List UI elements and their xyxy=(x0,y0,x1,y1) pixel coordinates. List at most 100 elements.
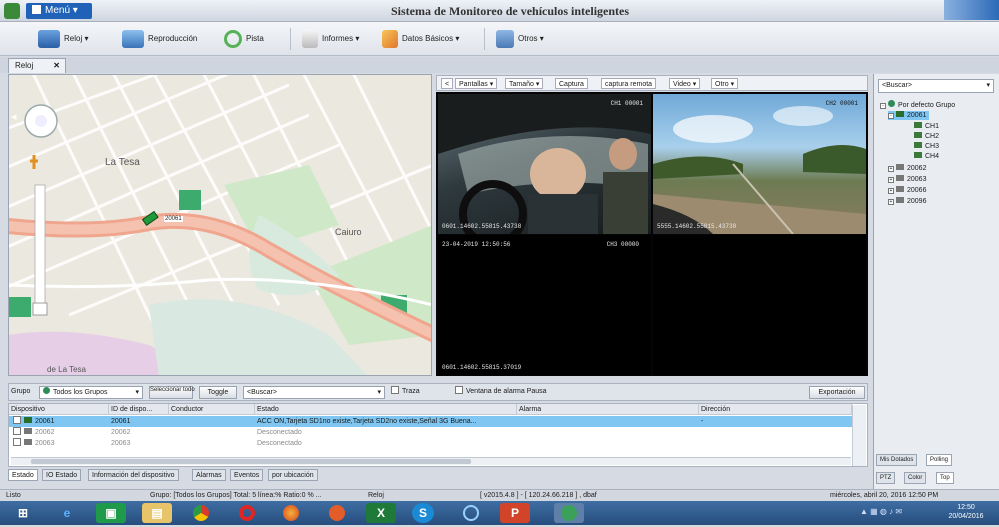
tree-channel[interactable]: CH1 xyxy=(914,122,939,131)
tab-color[interactable]: Color xyxy=(904,472,927,484)
toolbar-otros-button[interactable]: Otros ▾ xyxy=(496,28,544,50)
tamano-label: Tamaño xyxy=(509,81,534,88)
tree-channel[interactable]: CH4 xyxy=(914,152,939,161)
tab-top[interactable]: Top xyxy=(936,472,954,484)
file-explorer-icon[interactable]: ▤ xyxy=(142,503,172,523)
tree-node-20061[interactable]: - 20061 xyxy=(888,111,930,120)
column-header-conductor[interactable]: Conductor xyxy=(169,404,255,415)
collapse-icon[interactable]: - xyxy=(888,113,894,119)
map-view[interactable]: La Tesa Caiuro de La Tesa 20061 ◀ xyxy=(8,74,432,376)
column-header-alarma[interactable]: Alarma xyxy=(517,404,699,415)
compass-icon[interactable]: ◀ xyxy=(11,113,16,121)
toolbar-datos-basicos-button[interactable]: Datos Básicos ▾ xyxy=(382,28,459,50)
chrome-icon[interactable] xyxy=(186,503,216,523)
row-device: 20061 xyxy=(11,416,109,427)
taskbar-clock[interactable]: 12:50 20/04/2016 xyxy=(936,503,996,521)
alarm-window-checkbox[interactable]: Ventana de alarma Pausa xyxy=(455,386,547,399)
expand-icon[interactable]: + xyxy=(888,199,894,205)
column-header-estado[interactable]: Estado xyxy=(255,404,517,415)
skype-icon[interactable]: S xyxy=(412,503,434,523)
powerpoint-icon[interactable]: P xyxy=(500,503,530,523)
expand-icon[interactable]: + xyxy=(888,166,894,172)
tab-polling[interactable]: Polling xyxy=(926,454,953,466)
tree-channel-label: CH1 xyxy=(925,123,940,130)
tab-mis-dotados[interactable]: Mis Dotados xyxy=(876,454,918,466)
photo-app-icon[interactable] xyxy=(322,503,352,523)
table-row[interactable]: 20062 20062 Desconectado xyxy=(9,427,854,438)
pantallas-dropdown[interactable]: Pantallas ▾ xyxy=(455,78,498,89)
captura-button[interactable]: Captura xyxy=(555,78,588,89)
tab-eventos[interactable]: Eventos xyxy=(230,469,264,481)
otro-dropdown[interactable]: Otro ▾ xyxy=(711,78,739,89)
tamano-dropdown[interactable]: Tamaño ▾ xyxy=(505,78,544,89)
group-select[interactable]: Todos los Grupos ▾ xyxy=(39,386,143,399)
toolbar-reloj-button[interactable]: Reloj ▾ xyxy=(38,28,88,50)
tab-info-dispositivo[interactable]: Información del dispositivo xyxy=(88,469,179,481)
toolbar-reproduccion-button[interactable]: Reproducción xyxy=(122,28,197,50)
vertical-scrollbar[interactable] xyxy=(852,405,866,466)
vehicle-label[interactable]: 20061 xyxy=(164,216,183,222)
internet-explorer-icon[interactable]: e xyxy=(52,503,82,523)
video-pane-ch1[interactable]: CH1 00001 0601.14602.55815.43738 xyxy=(438,94,651,234)
tree-search-input[interactable]: <Buscar> ▾ xyxy=(878,79,994,93)
video-grid: CH1 00001 0601.14602.55815.43738 CH2 000… xyxy=(436,92,868,376)
table-row[interactable]: 20061 20061 ACC ON,Tarjeta SD1no existe,… xyxy=(9,416,854,427)
tab-por-ubicacion[interactable]: por ubicación xyxy=(268,469,318,481)
firefox-icon[interactable] xyxy=(276,503,306,523)
camera-icon xyxy=(914,142,922,148)
excel-icon[interactable]: X xyxy=(366,503,396,523)
column-header-id[interactable]: ID de dispo... xyxy=(109,404,169,415)
checkbox[interactable] xyxy=(455,386,463,394)
map-canvas[interactable] xyxy=(9,75,432,376)
tab-reloj[interactable]: Reloj ✕ xyxy=(8,58,66,73)
table-row[interactable]: 20063 20063 Desconectado xyxy=(9,438,854,449)
toolbar-informes-button[interactable]: Informes ▾ xyxy=(302,28,359,50)
tree-node-20062[interactable]: +20062 xyxy=(888,164,926,173)
tab-ptz[interactable]: PTZ xyxy=(876,472,896,484)
tree-node-20096[interactable]: +20096 xyxy=(888,197,926,206)
export-button[interactable]: Exportación xyxy=(809,386,865,399)
window-controls[interactable] xyxy=(944,0,999,20)
video-prev-button[interactable]: < xyxy=(441,78,454,89)
checkbox[interactable] xyxy=(13,416,21,424)
network-app-icon[interactable] xyxy=(456,503,486,523)
opera-icon[interactable] xyxy=(232,503,262,523)
expand-icon[interactable]: + xyxy=(888,188,894,194)
horizontal-scrollbar[interactable] xyxy=(11,457,851,465)
menu-button[interactable]: Menú ▾ xyxy=(26,3,92,19)
checkbox[interactable] xyxy=(391,386,399,394)
checkbox[interactable] xyxy=(13,427,21,435)
toolbar-pista-button[interactable]: Pista xyxy=(224,28,264,50)
captura-remota-button[interactable]: captura remota xyxy=(601,78,657,89)
tab-alarmas[interactable]: Alarmas xyxy=(192,469,226,481)
checkbox[interactable] xyxy=(13,438,21,446)
expand-icon[interactable]: + xyxy=(888,177,894,183)
video-pane-ch2[interactable]: CH2 00001 5555.14602.55815.43738 xyxy=(653,94,866,234)
select-all-button[interactable]: Seleccionar todo xyxy=(149,386,195,399)
video-pane-ch4[interactable] xyxy=(653,235,866,375)
collapse-icon[interactable]: - xyxy=(880,103,886,109)
scrollbar-thumb[interactable] xyxy=(31,459,471,464)
app-icon[interactable] xyxy=(4,3,20,19)
toggle-button[interactable]: Toggle xyxy=(199,386,237,399)
tab-io-estado[interactable]: IO Estado xyxy=(42,469,82,481)
system-tray-icons[interactable]: ▲ ▦ ◍ ♪ ✉ xyxy=(860,507,930,519)
close-icon[interactable]: ✕ xyxy=(53,59,60,72)
filter-icon[interactable]: ▾ xyxy=(377,387,381,399)
tree-channel[interactable]: CH3 xyxy=(914,142,939,151)
device-search-input[interactable]: <Buscar> ▾ xyxy=(243,386,385,399)
windows-start-icon[interactable]: ⊞ xyxy=(8,503,38,523)
trace-checkbox[interactable]: Traza xyxy=(391,386,420,399)
store-icon[interactable]: ▣ xyxy=(96,503,126,523)
monitoring-app-icon[interactable] xyxy=(554,503,584,523)
video-dropdown[interactable]: Video ▾ xyxy=(669,78,701,89)
tree-root[interactable]: - Por defecto Grupo xyxy=(880,100,955,109)
tree-node-20066[interactable]: +20066 xyxy=(888,186,926,195)
tab-estado[interactable]: Estado xyxy=(8,469,38,481)
tree-channel[interactable]: CH2 xyxy=(914,132,939,141)
tree-node-20063[interactable]: +20063 xyxy=(888,175,926,184)
column-header-dispositivo[interactable]: Dispositivo xyxy=(9,404,109,415)
column-header-direccion[interactable]: Dirección xyxy=(699,404,852,415)
video-pane-ch3[interactable]: 23-04-2019 12:50:56 CH3 00000 0601.14602… xyxy=(438,235,651,375)
track-icon xyxy=(224,29,242,48)
